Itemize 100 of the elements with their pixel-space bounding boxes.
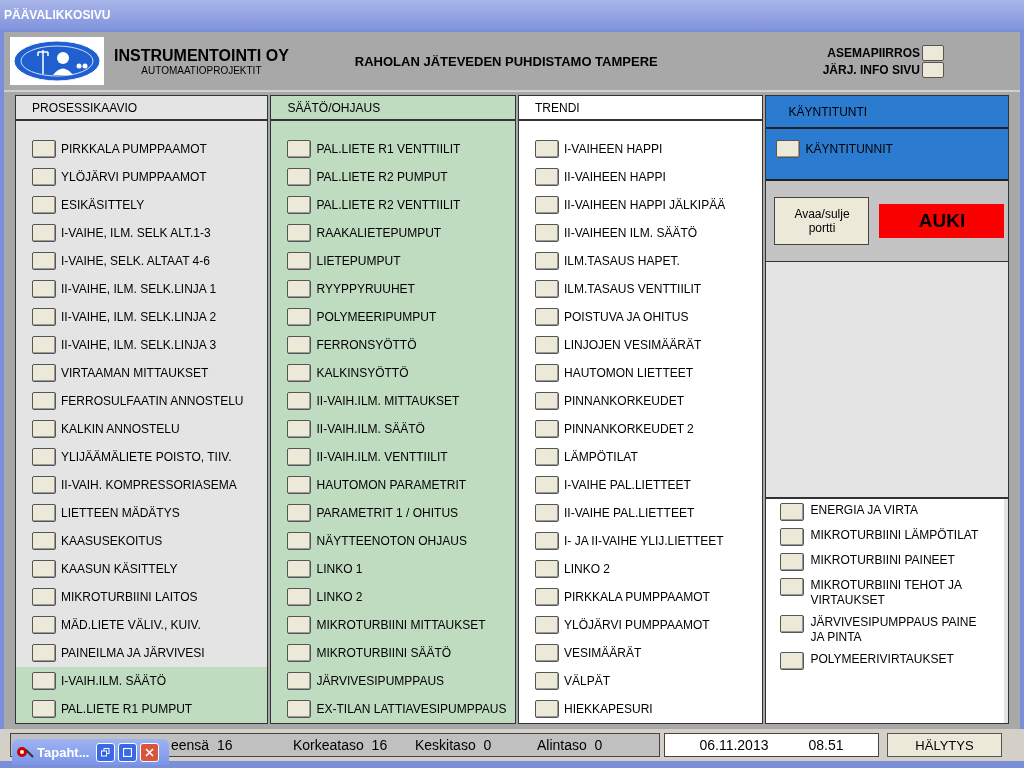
item-button-icon [32, 224, 56, 242]
menu-item[interactable]: PAL.LIETE R1 VENTTIILIT [271, 135, 515, 163]
item-button-icon [32, 196, 56, 214]
menu-item[interactable]: LINKO 2 [271, 583, 515, 611]
menu-item[interactable]: I-VAIHE PAL.LIETTEET [519, 471, 763, 499]
menu-item[interactable]: KALKINSYÖTTÖ [271, 359, 515, 387]
menu-item[interactable]: MIKROTURBIINI SÄÄTÖ [271, 639, 515, 667]
menu-item[interactable]: I- JA II-VAIHE YLIJ.LIETTEET [519, 527, 763, 555]
item-button-icon [535, 588, 559, 606]
menu-item[interactable]: PAL.LIETE R1 PUMPUT [16, 695, 268, 723]
menu-item[interactable]: JÄRVIVESIPUMPPAUS PAINE JA PINTA [766, 615, 1004, 645]
menu-item[interactable]: FERRONSYÖTTÖ [271, 331, 515, 359]
item-button-icon [535, 532, 559, 550]
alarm-count: Keskitaso 0 [415, 737, 493, 753]
menu-item[interactable]: II-VAIHE PAL.LIETTEET [519, 499, 763, 527]
menu-item[interactable]: HIEKKAPESURI [519, 695, 763, 723]
menu-item[interactable]: LINKO 1 [271, 555, 515, 583]
item-button-icon [32, 364, 56, 382]
item-button-icon [535, 308, 559, 326]
menu-item[interactable]: I-VAIHEEN HAPPI [519, 135, 763, 163]
company-subtitle: AUTOMAATIOPROJEKTIT [141, 64, 262, 76]
menu-item[interactable]: I-VAIH.ILM. SÄÄTÖ [16, 667, 268, 695]
menu-item[interactable]: PINNANKORKEUDET 2 [519, 415, 763, 443]
menu-item[interactable]: MIKROTURBIINI MITTAUKSET [271, 611, 515, 639]
item-button-icon [287, 252, 312, 270]
menu-item[interactable]: MIKROTURBIINI LÄMPÖTILAT [766, 528, 1004, 546]
item-button-icon [535, 616, 559, 634]
item-button-icon [287, 532, 312, 550]
item-button-icon [780, 652, 805, 670]
item-button-icon [535, 504, 559, 522]
menu-item[interactable]: ILM.TASAUS VENTTIILIT [519, 275, 763, 303]
menu-item[interactable]: POLYMEERIVIRTAUKSET [766, 652, 1004, 670]
menu-item[interactable]: JÄRVIVESIPUMPPAUS [271, 667, 515, 695]
item-button-icon [535, 476, 559, 494]
menu-item[interactable]: ILM.TASAUS HAPET. [519, 247, 763, 275]
menu-item[interactable]: HAUTOMON LIETTEET [519, 359, 763, 387]
item-button-icon [287, 336, 312, 354]
menu-item[interactable]: PIRKKALA PUMPPAAMOT [519, 583, 763, 611]
menu-item[interactable]: MIKROTURBIINI PAINEET [766, 553, 1004, 571]
menu-item[interactable]: LIETEPUMPUT [271, 247, 515, 275]
item-button-icon [32, 420, 56, 438]
menu-item[interactable]: MIKROTURBIINI TEHOT JA VIRTAUKSET [766, 578, 1004, 608]
gate-button[interactable]: Avaa/sulje portti [774, 197, 870, 245]
maximize-icon [123, 747, 133, 757]
menu-item[interactable]: II-VAIHEEN HAPPI JÄLKIPÄÄ [519, 191, 763, 219]
item-button-icon [535, 700, 559, 718]
menu-item[interactable]: PAL.LIETE R2 PUMPUT [271, 163, 515, 191]
nav-button[interactable] [922, 44, 944, 61]
menu-item[interactable]: LÄMPÖTILAT [519, 443, 763, 471]
menu-item[interactable]: PAL.LIETE R2 VENTTIILIT [271, 191, 515, 219]
menu-item[interactable]: NÄYTTEENOTON OHJAUS [271, 527, 515, 555]
time-text: 08.51 [808, 737, 844, 753]
restore-button[interactable] [96, 742, 116, 762]
item-button-icon [32, 280, 56, 298]
close-button[interactable] [140, 742, 160, 762]
column-header: SÄÄTÖ/OHJAUS [271, 96, 515, 121]
item-button-icon [32, 168, 56, 186]
alarm-button[interactable]: HÄLYTYS [887, 733, 1002, 757]
item-button-icon [287, 700, 312, 718]
item-button-icon [287, 224, 312, 242]
menu-item[interactable]: LINKO 2 [519, 555, 763, 583]
menu-item[interactable]: PARAMETRIT 1 / OHITUS [271, 499, 515, 527]
item-button-icon [32, 476, 56, 494]
menu-item[interactable]: HAUTOMON PARAMETRIT [271, 471, 515, 499]
menu-item[interactable]: EX-TILAN LATTIAVESIPUMPPAUS [271, 695, 515, 723]
gate-status: AUKI [879, 204, 1005, 238]
maximize-button[interactable] [118, 742, 138, 762]
item-button-icon [32, 504, 56, 522]
menu-item[interactable]: POISTUVA JA OHITUS [519, 303, 763, 331]
nav-button[interactable] [922, 61, 944, 78]
item-button-icon [287, 168, 312, 186]
menu-item[interactable]: VÄLPÄT [519, 667, 763, 695]
item-button-icon [287, 588, 312, 606]
item-button-icon [535, 196, 559, 214]
menu-item[interactable]: II-VAIHEEN HAPPI [519, 163, 763, 191]
alarm-count: Alintaso 0 [537, 737, 604, 753]
menu-item[interactable]: LINJOJEN VESIMÄÄRÄT [519, 331, 763, 359]
item-button-icon [535, 560, 559, 578]
item-button-icon [780, 553, 805, 571]
item-button-icon [32, 644, 56, 662]
menu-item[interactable]: YLÖJÄRVI PUMPPAAMOT [519, 611, 763, 639]
menu-item[interactable]: II-VAIH.ILM. SÄÄTÖ [271, 415, 515, 443]
column-header: PROSESSIKAAVIO [16, 96, 268, 121]
menu-item[interactable]: KÄYNTITUNNIT [766, 137, 1008, 161]
item-button-icon [535, 420, 559, 438]
menu-item[interactable]: II-VAIH.ILM. MITTAUKSET [271, 387, 515, 415]
menu-item[interactable]: II-VAIH.ILM. VENTTIILIT [271, 443, 515, 471]
item-button-icon [32, 140, 56, 158]
minimized-window-title: Tapaht... [37, 744, 90, 760]
menu-item[interactable]: II-VAIHEEN ILM. SÄÄTÖ [519, 219, 763, 247]
menu-item[interactable]: VESIMÄÄRÄT [519, 639, 763, 667]
menu-item[interactable]: ENERGIA JA VIRTA [766, 503, 1004, 521]
date-text: 06.11.2013 [699, 737, 769, 753]
alarm-count: Korkeataso 16 [293, 737, 389, 753]
menu-item[interactable]: RAAKALIETEPUMPUT [271, 219, 515, 247]
menu-item[interactable]: RYYPPYRUUHET [271, 275, 515, 303]
menu-item[interactable]: POLYMEERIPUMPUT [271, 303, 515, 331]
item-button-icon [535, 644, 559, 662]
item-button-icon [535, 392, 559, 410]
menu-item[interactable]: PINNANKORKEUDET [519, 387, 763, 415]
